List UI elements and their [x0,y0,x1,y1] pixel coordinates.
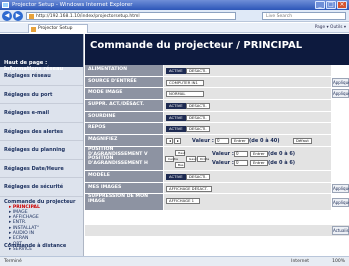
template-on-button[interactable]: ACTIVE [166,173,186,180]
position-up-button[interactable]: Haut [175,149,185,156]
window-title: Projector Setup - Windows Internet Explo… [12,2,133,8]
tab-label: Projector Setup [38,26,73,31]
magnify-value-label: Valeur : [192,138,214,145]
delete-my-image-select[interactable]: AFFICHAGE 1 [166,198,200,205]
row-magnify: MAGNIFIEZ ◂ ▸ Valeur : 0 Entrer (de 0 à … [85,135,349,147]
maximize-icon[interactable]: □ [326,1,336,9]
search-input[interactable]: Live Search [262,12,346,20]
magnify-increase-button[interactable]: ▸ [174,138,181,145]
position-h-range: (de 0 à 6) [268,159,296,166]
row-spacer [85,211,349,226]
sidebar-item-network[interactable]: Réglages réseau [0,67,83,86]
row-label: MAGNIFIEZ [85,135,163,146]
settings-table: ALIMENTATION ACTIVE DESACTI. SOURCE D'EN… [85,65,349,238]
address-bar[interactable]: http://192.168.1.10/index/projectorsetup… [26,12,236,20]
position-down-button[interactable]: Bas [175,161,185,168]
position-v-enter-button[interactable]: Entrer [250,150,268,157]
forward-icon[interactable]: ▶ [13,11,23,21]
page-icon [29,14,34,19]
apply-button[interactable]: Appliquer [332,89,349,99]
power-on-button[interactable]: ACTIVE [166,68,186,74]
refresh-button[interactable]: Actualiser [332,226,349,236]
sidebar-home-link[interactable]: Haut de page : Informations réseau [0,34,83,72]
row-label: SUPPR. ACT./DÉSACT. [85,100,163,111]
page-title: Commande du projecteur / PRINCIPAL [90,40,303,51]
tab-bar: Projector Setup Page ▾ Outils ▾ [0,23,349,33]
tab-projector-setup[interactable]: Projector Setup [28,24,88,33]
apply-button[interactable]: Appliquer [332,77,349,87]
sidebar-item-datetime[interactable]: Réglages Date/Heure [0,160,83,178]
row-refresh: Actualiser [85,225,349,238]
address-url: http://192.168.1.10/index/projectorsetup… [36,14,140,19]
sidebar-item-alerts[interactable]: Réglages des alertes [0,123,83,141]
status-bar: Terminé Internet 100% [0,256,349,266]
sidebar: Haut de page : Informations réseau Régla… [0,34,84,256]
address-toolbar: ◀ ▶ http://192.168.1.10/index/projectors… [0,10,349,22]
row-label: MODE IMAGE [85,88,163,100]
apply-button[interactable]: Appliquer [332,198,349,208]
blank-on-button[interactable]: ACTIVE [166,103,186,110]
freeze-off-button[interactable]: DESACTI. [186,126,210,133]
input-source-select[interactable]: COMPUTER IN1 [166,79,204,86]
browser-icon [2,2,9,8]
row-freeze: REPOS ACTIVE DESACTI. [85,123,349,136]
position-v-input[interactable]: 0 [234,150,248,157]
page-banner: Commande du projecteur / PRINCIPAL [85,34,349,65]
row-label: MES IMAGES [85,182,163,194]
apply-button[interactable]: Appliquer [332,183,349,193]
position-h-input[interactable]: 0 [234,159,248,166]
row-label: SOURCE D'ENTRÉE [85,76,163,88]
position-center-button[interactable]: Centre [165,155,178,162]
window-titlebar: Projector Setup - Windows Internet Explo… [0,0,349,10]
picture-mode-select[interactable]: NORMAL [166,91,204,98]
sidebar-item-schedule[interactable]: Réglages du planning [0,141,83,160]
magnify-decrease-button[interactable]: ◂ [166,138,173,145]
position-h-label: Valeur : [212,159,234,166]
magnify-default-button[interactable]: Défaut [293,138,312,145]
position-right-button[interactable]: Droite [197,155,209,162]
row-my-images: MES IMAGES AFFICHAGE DÉSACT. Appliquer [85,182,349,195]
magnify-enter-button[interactable]: Entrer [231,138,249,145]
security-zone: Internet [291,259,309,264]
toolbar-menus[interactable]: Page ▾ Outils ▾ [315,24,346,32]
zoom-level[interactable]: 100% [332,257,345,266]
main-panel: Commande du projecteur / PRINCIPAL ALIME… [85,34,349,256]
row-label: SUPPRESSION DE MON IMAGE [85,194,163,211]
template-off-button[interactable]: DESACTI. [186,173,210,180]
sidebar-item-email[interactable]: Réglages e-mail [0,104,83,123]
row-input-source: SOURCE D'ENTRÉE COMPUTER IN1 Appliquer [85,76,349,89]
position-v-range: (de 0 à 6) [268,150,296,157]
magnify-range: (de 0 à 40) [249,138,280,145]
row-label: MODÈLE [85,170,163,182]
back-icon[interactable]: ◀ [2,11,12,21]
mute-on-button[interactable]: ACTIVE [166,114,186,121]
freeze-on-button[interactable]: ACTIVE [166,126,186,133]
row-label: POSITION D'AGRANDISSEMENT V POSITION D'A… [85,146,163,170]
row-delete-my-image: SUPPRESSION DE MON IMAGE AFFICHAGE 1 App… [85,194,349,212]
row-mute: SOURDINE ACTIVE DESACTI. [85,111,349,124]
row-label: ALIMENTATION [85,65,163,76]
row-blank: SUPPR. ACT./DÉSACT. ACTIVE DESACTI. [85,100,349,112]
row-label: REPOS [85,123,163,135]
power-off-button[interactable]: DESACTI. [186,68,210,74]
page-icon [31,27,36,32]
blank-off-button[interactable]: DESACTI. [186,103,210,110]
sidebar-remote-control[interactable]: Commande à distance [4,243,66,249]
minimize-icon[interactable]: _ [315,1,325,9]
row-magnify-position: POSITION D'AGRANDISSEMENT V POSITION D'A… [85,146,349,171]
status-text: Terminé [4,259,22,264]
position-h-enter-button[interactable]: Entrer [250,159,268,166]
position-left-button[interactable]: Gauche [186,155,200,162]
close-icon[interactable]: × [337,1,347,9]
row-label: SOURDINE [85,111,163,123]
sidebar-item-port[interactable]: Réglages du port [0,86,83,104]
row-template: MODÈLE ACTIVE DESACTI. [85,170,349,183]
magnify-value-input[interactable]: 0 [215,138,229,145]
sidebar-item-security[interactable]: Réglages de sécurité [0,178,83,197]
mute-off-button[interactable]: DESACTI. [186,114,210,121]
row-picture-mode: MODE IMAGE NORMAL Appliquer [85,88,349,101]
row-power: ALIMENTATION ACTIVE DESACTI. [85,65,349,77]
position-v-label: Valeur : [212,150,234,157]
my-images-select[interactable]: AFFICHAGE DÉSACT. [166,185,212,192]
